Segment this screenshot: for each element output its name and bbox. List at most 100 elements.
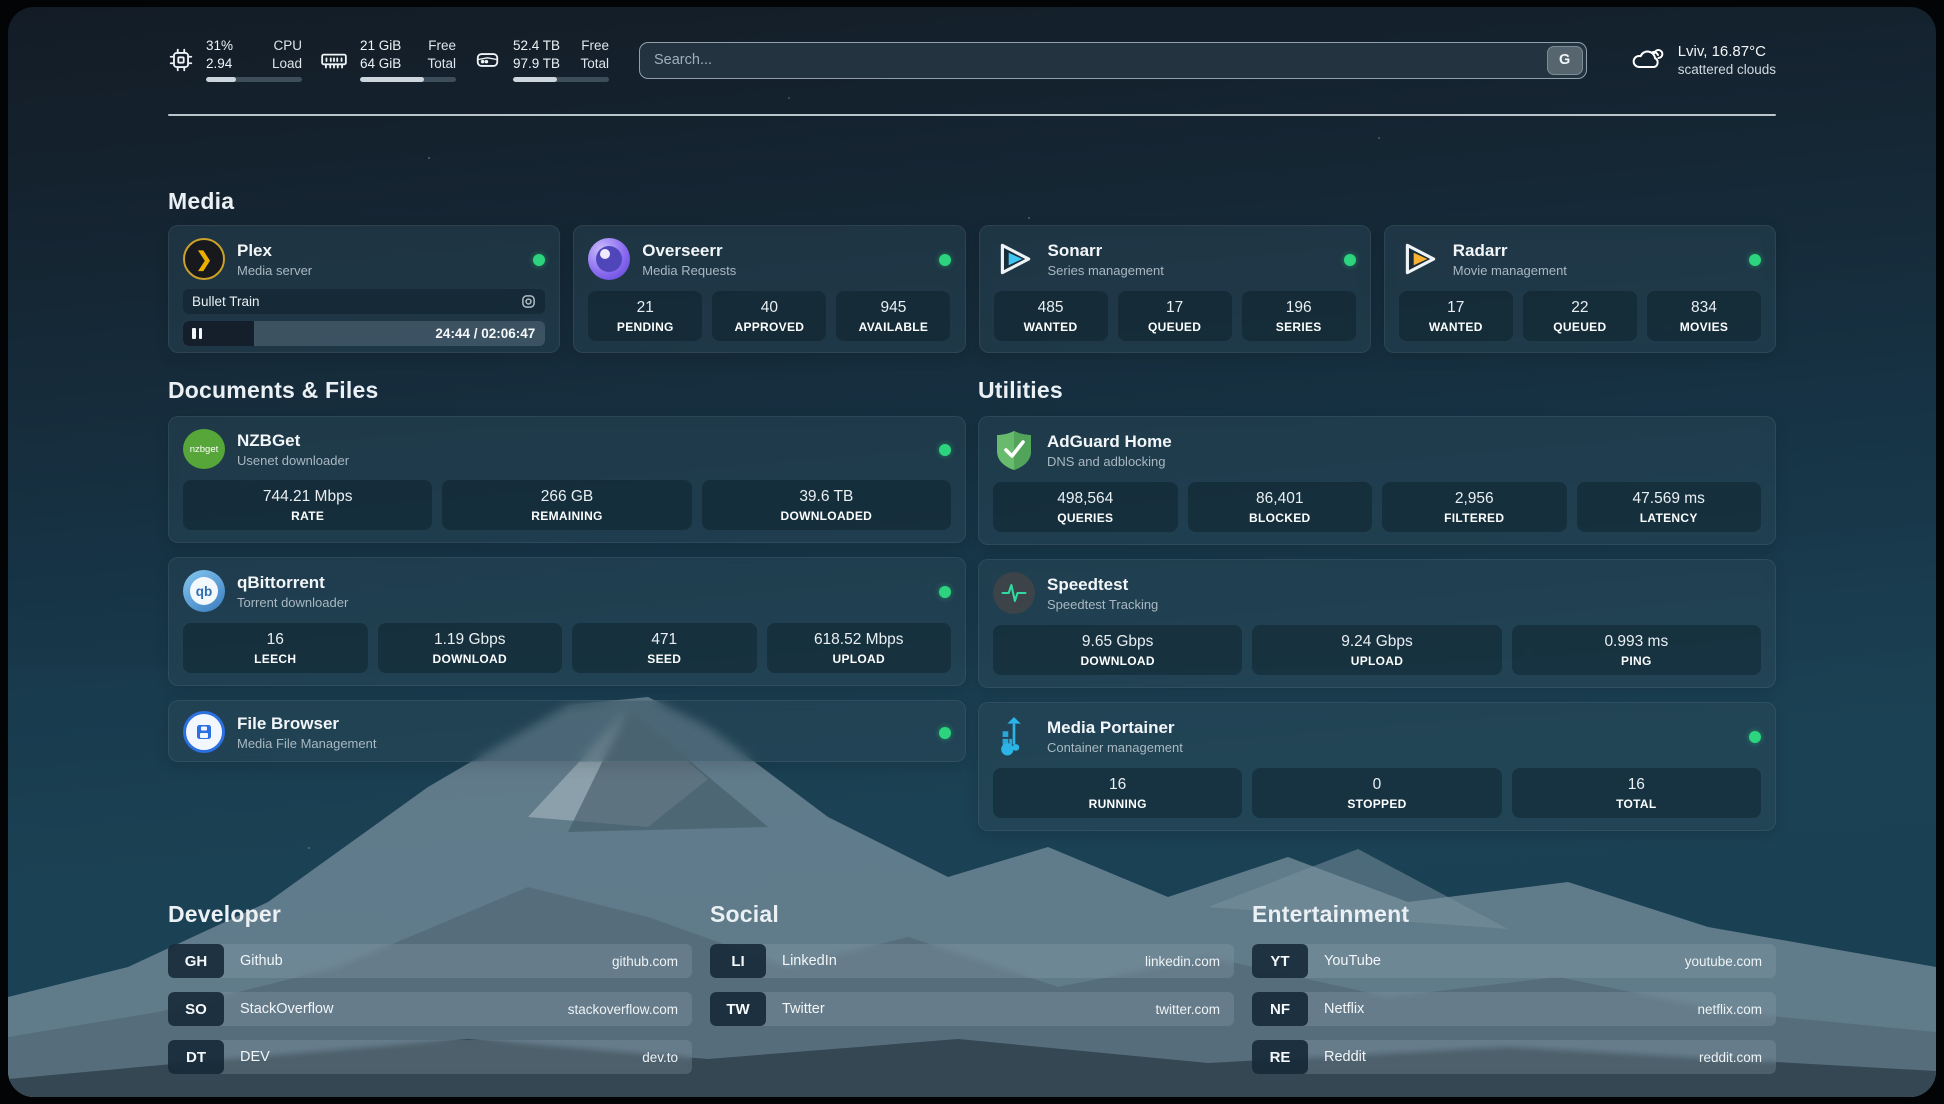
stat-box: 485WANTED <box>994 291 1108 341</box>
link-youtube[interactable]: YT YouTube youtube.com <box>1252 944 1776 978</box>
section-title-documents: Documents & Files <box>168 377 966 404</box>
stat-box: 1.19 GbpsDOWNLOAD <box>378 623 563 673</box>
nzbget-subtitle: Usenet downloader <box>237 453 349 468</box>
stat-box: 196SERIES <box>1242 291 1356 341</box>
link-netflix[interactable]: NF Netflix netflix.com <box>1252 992 1776 1026</box>
pause-button[interactable] <box>192 328 202 339</box>
stat-label: QUEUED <box>1122 320 1228 334</box>
link-linkedin[interactable]: LI LinkedIn linkedin.com <box>710 944 1234 978</box>
adguard-subtitle: DNS and adblocking <box>1047 454 1172 469</box>
link-name: LinkedIn <box>782 953 837 969</box>
plex-card[interactable]: ❯ Plex Media server Bullet Train <box>168 225 560 353</box>
overseerr-card[interactable]: Overseerr Media Requests 21PENDING 40APP… <box>573 225 965 353</box>
memory-icon <box>320 47 348 73</box>
link-name: Twitter <box>782 1001 825 1017</box>
adguard-logo-icon <box>993 429 1035 471</box>
header-divider <box>168 114 1776 116</box>
youtube-abbr-icon: YT <box>1252 944 1308 978</box>
speedtest-logo-icon <box>993 572 1035 614</box>
linkedin-abbr-icon: LI <box>710 944 766 978</box>
link-reddit[interactable]: RE Reddit reddit.com <box>1252 1040 1776 1074</box>
stat-value: 17 <box>1122 299 1228 317</box>
stat-box: 0STOPPED <box>1252 768 1501 818</box>
stat-label: RATE <box>187 509 428 523</box>
filebrowser-card[interactable]: File Browser Media File Management <box>168 700 966 762</box>
stat-box: 266 GBREMAINING <box>442 480 691 530</box>
cpu-load-value: 2.94 <box>206 56 233 73</box>
radarr-subtitle: Movie management <box>1453 263 1567 278</box>
stat-box: 16RUNNING <box>993 768 1242 818</box>
stat-box: 22QUEUED <box>1523 291 1637 341</box>
portainer-title: Media Portainer <box>1047 718 1183 738</box>
top-bar: 31%2.94 CPULoad 21 GiB64 <box>168 7 1776 86</box>
cpu-label: CPU <box>272 38 302 55</box>
stat-box: 498,564 QUERIES <box>993 482 1178 532</box>
stat-label: WANTED <box>1403 320 1509 334</box>
link-name: DEV <box>240 1049 270 1065</box>
stat-value: 21 <box>592 299 698 317</box>
link-dev[interactable]: DT DEV dev.to <box>168 1040 692 1074</box>
speedtest-subtitle: Speedtest Tracking <box>1047 597 1158 612</box>
weather-widget: Lviv, 16.87°C scattered clouds <box>1629 43 1776 77</box>
search-input[interactable] <box>654 52 1547 68</box>
stat-value: 1.19 Gbps <box>382 631 559 649</box>
weather-condition: scattered clouds <box>1678 62 1776 77</box>
stat-label: BLOCKED <box>1192 511 1369 525</box>
link-url: linkedin.com <box>1145 954 1220 969</box>
stat-value: 9.65 Gbps <box>997 633 1238 651</box>
stat-value: 40 <box>716 299 822 317</box>
stat-box: 17WANTED <box>1399 291 1513 341</box>
section-title-media: Media <box>168 188 1776 215</box>
stat-label: DOWNLOAD <box>997 654 1238 668</box>
now-playing-source-icon <box>521 294 536 309</box>
speedtest-card[interactable]: Speedtest Speedtest Tracking 9.65 GbpsDO… <box>978 559 1776 688</box>
google-search-button[interactable]: G <box>1547 46 1583 75</box>
overseerr-status-dot <box>939 254 951 266</box>
plex-title: Plex <box>237 241 312 261</box>
link-stackoverflow[interactable]: SO StackOverflow stackoverflow.com <box>168 992 692 1026</box>
sonarr-card[interactable]: Sonarr Series management 485WANTED 17QUE… <box>979 225 1371 353</box>
stat-label: STOPPED <box>1256 797 1497 811</box>
stat-label: PENDING <box>592 320 698 334</box>
dashboard-window: 31%2.94 CPULoad 21 GiB64 <box>8 7 1936 1097</box>
search-bar[interactable]: G <box>639 42 1587 79</box>
stat-label: LATENCY <box>1581 511 1758 525</box>
stat-value: 945 <box>840 299 946 317</box>
nzbget-card[interactable]: nzbget NZBGet Usenet downloader 744.21 M… <box>168 416 966 543</box>
memory-metric: 21 GiB64 GiB FreeTotal <box>320 38 456 83</box>
stat-label: WANTED <box>998 320 1104 334</box>
qbittorrent-status-dot <box>939 586 951 598</box>
reddit-abbr-icon: RE <box>1252 1040 1308 1074</box>
portainer-status-dot <box>1749 731 1761 743</box>
stat-label: QUERIES <box>997 511 1174 525</box>
disk-metric: 52.4 TB97.9 TB FreeTotal <box>474 38 609 83</box>
stat-value: 196 <box>1246 299 1352 317</box>
stat-box: 39.6 TBDOWNLOADED <box>702 480 951 530</box>
radarr-card[interactable]: Radarr Movie management 17WANTED 22QUEUE… <box>1384 225 1776 353</box>
plex-status-dot <box>533 254 545 266</box>
cloud-icon <box>1629 44 1665 77</box>
now-playing-title: Bullet Train <box>192 294 260 309</box>
social-links-section: Social LI LinkedIn linkedin.com TW Twitt… <box>710 901 1234 1088</box>
cpu-usage-value: 31% <box>206 38 233 55</box>
link-name: Github <box>240 953 283 969</box>
portainer-logo-icon <box>993 715 1035 757</box>
link-twitter[interactable]: TW Twitter twitter.com <box>710 992 1234 1026</box>
stat-box: 744.21 Mbps RATE <box>183 480 432 530</box>
section-title-developer: Developer <box>168 901 692 928</box>
stat-value: 16 <box>187 631 364 649</box>
stat-label: UPLOAD <box>771 652 948 666</box>
sonarr-subtitle: Series management <box>1048 263 1164 278</box>
adguard-card[interactable]: AdGuard Home DNS and adblocking 498,564Q… <box>978 416 1776 545</box>
qbittorrent-card[interactable]: qb qBittorrent Torrent downloader 16LEEC… <box>168 557 966 686</box>
developer-links-section: Developer GH Github github.com SO StackO… <box>168 901 692 1088</box>
link-url: youtube.com <box>1685 954 1762 969</box>
memory-progress-bar <box>360 77 456 82</box>
system-metrics: 31%2.94 CPULoad 21 GiB64 <box>168 38 609 83</box>
stat-value: 498,564 <box>997 490 1174 508</box>
stat-value: 744.21 Mbps <box>187 488 428 506</box>
portainer-card[interactable]: Media Portainer Container management 16R… <box>978 702 1776 831</box>
stat-box: 945 AVAILABLE <box>836 291 950 341</box>
link-github[interactable]: GH Github github.com <box>168 944 692 978</box>
stat-label: AVAILABLE <box>840 320 946 334</box>
